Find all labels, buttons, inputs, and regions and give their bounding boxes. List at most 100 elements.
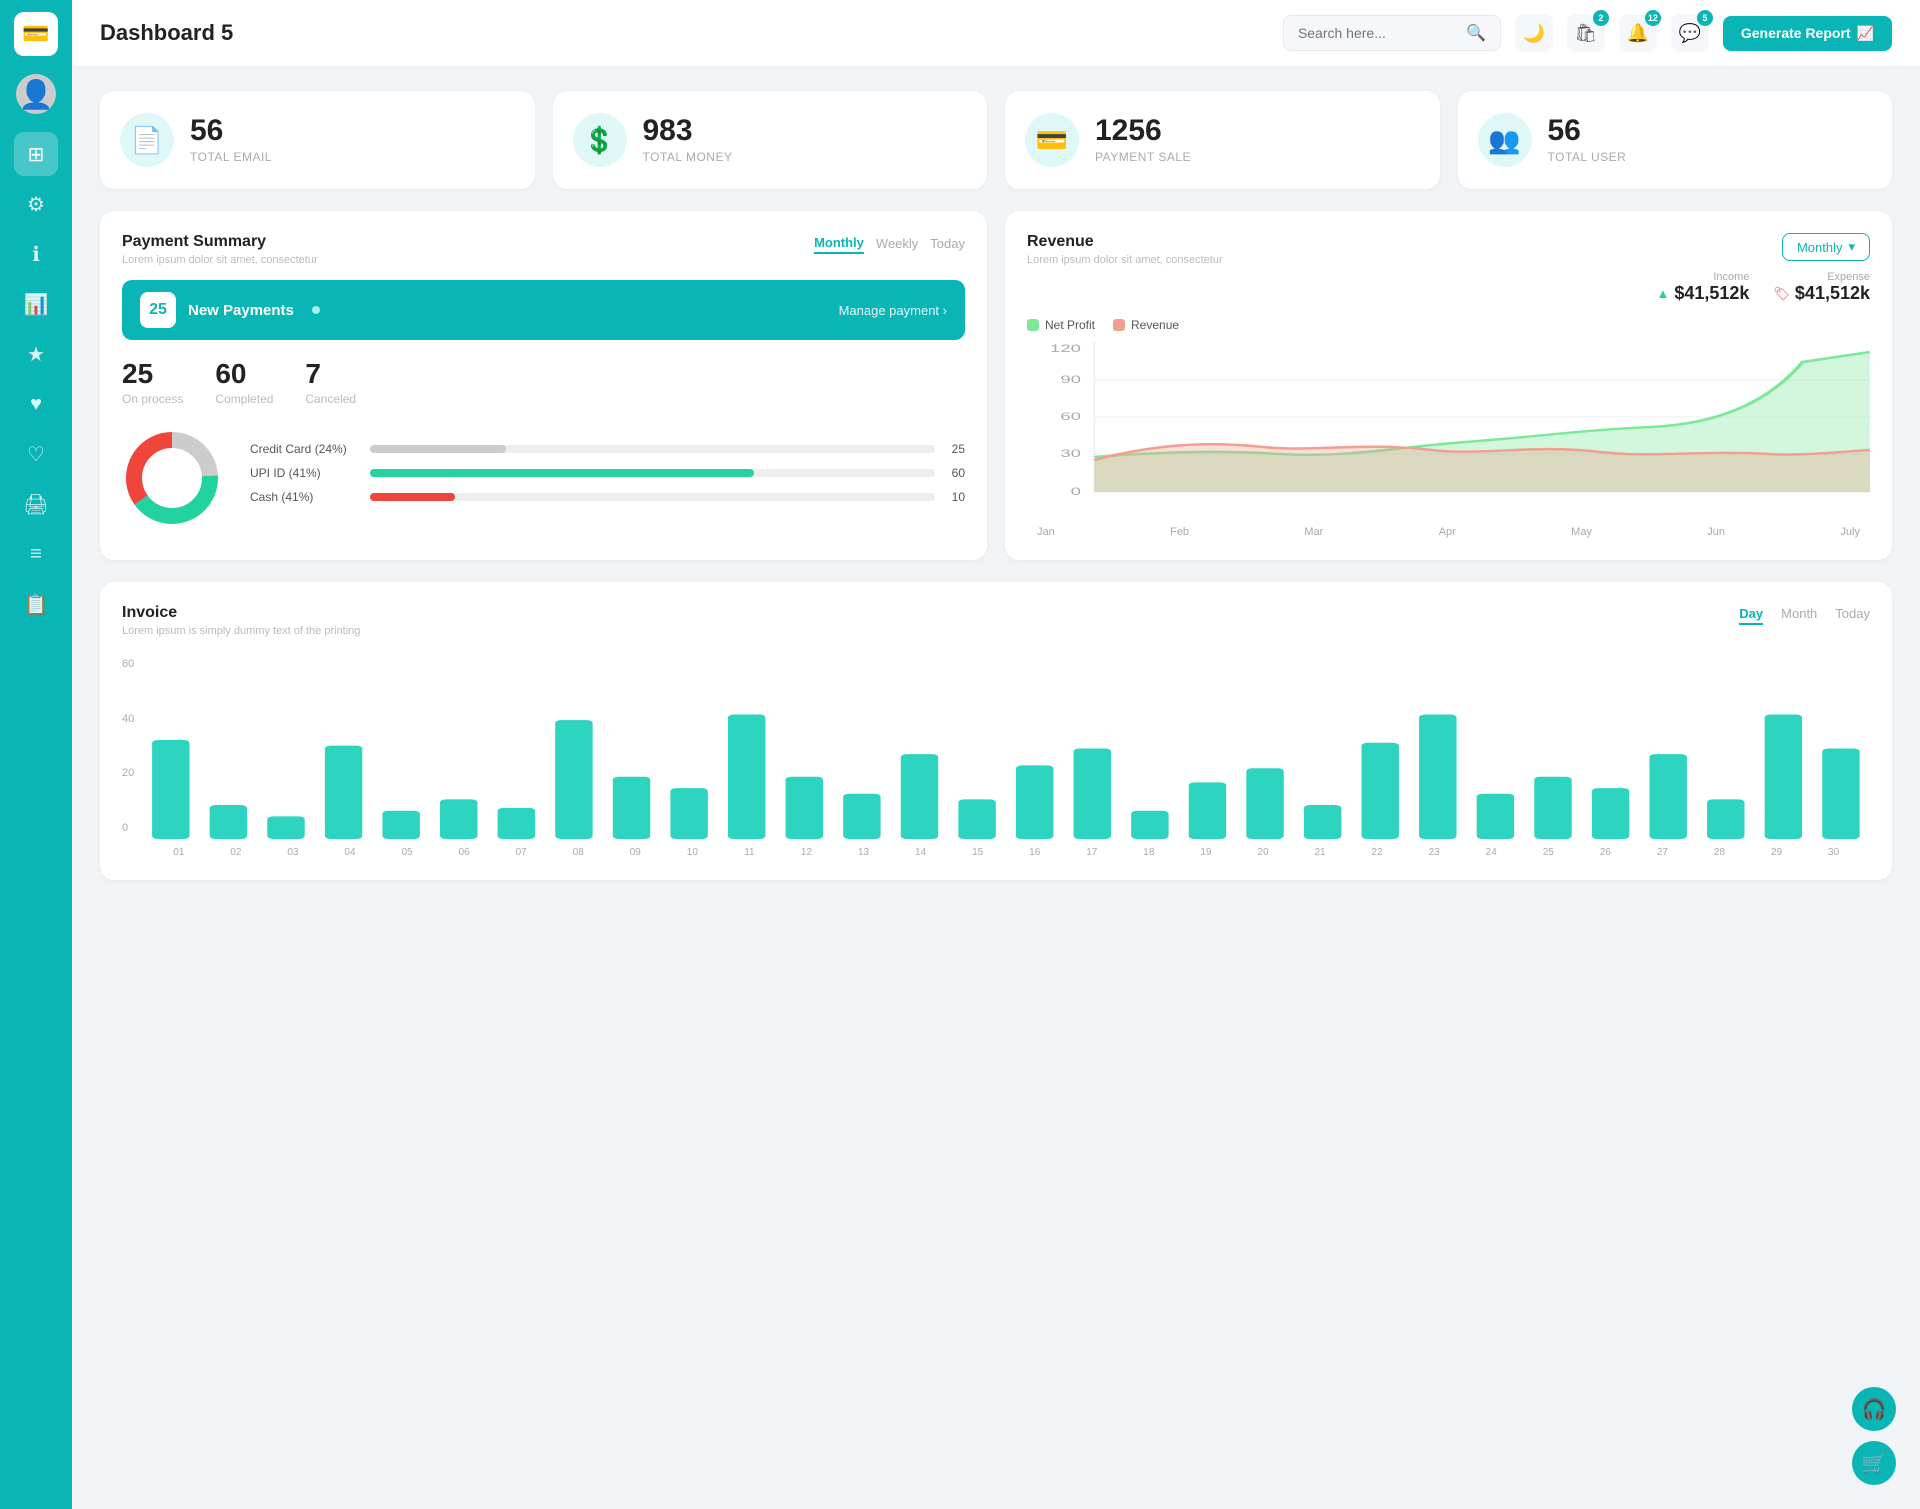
payment-label: PAYMENT SALE [1095,150,1191,164]
tab-monthly[interactable]: Monthly [814,233,864,254]
bar-22[interactable] [1362,743,1399,839]
bell-badge: 12 [1645,10,1661,26]
bar-25[interactable] [1535,777,1572,839]
tab-today[interactable]: Today [930,234,965,253]
bar-30[interactable] [1822,748,1859,839]
donut-chart [122,428,222,528]
sidebar: 💳 👤 ⊞ ⚙ ℹ 📊 ★ ♥ ♡ 🖨 ≡ 📋 [0,0,72,1509]
x-label-25: 25 [1520,847,1577,858]
support-fab[interactable]: 🎧 [1852,1387,1896,1431]
bag-button[interactable]: 🛍 2 [1567,14,1605,52]
invoice-tab-day[interactable]: Day [1739,604,1763,625]
sidebar-item-list[interactable]: ≡ [14,532,58,576]
sidebar-avatar[interactable]: 👤 [16,74,56,114]
x-label-01: 01 [150,847,207,858]
search-input[interactable] [1298,25,1458,41]
x-july: July [1840,526,1860,538]
x-label-28: 28 [1691,847,1748,858]
bar-29[interactable] [1765,715,1802,840]
header-right: 🔍 🌙 🛍 2 🔔 12 💬 5 Generate Report 📈 [1283,14,1892,52]
invoice-tab-month[interactable]: Month [1781,604,1817,625]
bar-11[interactable] [728,715,765,840]
stat-card-payment: 💳 1256 PAYMENT SALE [1005,91,1440,189]
user-icon: 👥 [1478,113,1532,167]
x-label-27: 27 [1634,847,1691,858]
bar-8[interactable] [555,720,592,839]
sidebar-item-report[interactable]: 📋 [14,582,58,626]
bar-12[interactable] [786,777,823,839]
bar-10[interactable] [671,788,708,839]
cart-fab[interactable]: 🛒 [1852,1441,1896,1485]
expense-icon: 🏷 [1773,286,1790,302]
bar-20[interactable] [1247,768,1284,839]
list-icon: ≡ [30,543,42,566]
progress-list: Credit Card (24%) 25 UPI ID (41%) 60 [250,442,965,514]
stat-card-user: 👥 56 TOTAL USER [1458,91,1893,189]
revenue-tab-label: Monthly [1797,240,1843,255]
revenue-tab-dropdown[interactable]: Monthly ▾ [1782,233,1870,261]
theme-toggle-button[interactable]: 🌙 [1515,14,1553,52]
bar-6[interactable] [440,799,477,839]
sidebar-item-star[interactable]: ★ [14,332,58,376]
bar-16[interactable] [1016,765,1053,839]
bar-3[interactable] [268,816,305,839]
sidebar-item-heart2[interactable]: ♡ [14,432,58,476]
sidebar-item-dashboard[interactable]: ⊞ [14,132,58,176]
bar-14[interactable] [901,754,938,839]
bell-button[interactable]: 🔔 12 [1619,14,1657,52]
x-label-20: 20 [1234,847,1291,858]
bar-7[interactable] [498,808,535,839]
income-arrow-icon: ▲ [1656,286,1669,301]
bar-4[interactable] [325,746,362,839]
bar-23[interactable] [1419,715,1456,840]
bar-2[interactable] [210,805,247,839]
revenue-subtitle: Lorem ipsum dolor sit amet, consectetur [1027,254,1223,266]
bar-13[interactable] [843,794,880,839]
payment-summary-title: Payment Summary [122,233,318,251]
bar-19[interactable] [1189,782,1226,839]
sidebar-item-settings[interactable]: ⚙ [14,182,58,226]
stat-payment-info: 1256 PAYMENT SALE [1095,116,1191,164]
x-label-15: 15 [949,847,1006,858]
sidebar-item-analytics[interactable]: 📊 [14,282,58,326]
x-label-30: 30 [1805,847,1862,858]
payment-summary-subtitle: Lorem ipsum dolor sit amet, consectetur [122,254,318,266]
manage-payment-link[interactable]: Manage payment › [839,303,947,318]
search-bar[interactable]: 🔍 [1283,15,1501,51]
net-profit-label: Net Profit [1045,318,1095,332]
payment-summary-header: Payment Summary Lorem ipsum dolor sit am… [122,233,965,266]
generate-report-button[interactable]: Generate Report 📈 [1723,16,1892,51]
sidebar-logo[interactable]: 💳 [14,12,58,56]
payment-summary-panel: Payment Summary Lorem ipsum dolor sit am… [100,211,987,560]
bar-18[interactable] [1131,811,1168,839]
bar-28[interactable] [1707,799,1744,839]
invoice-panel: Invoice Lorem ipsum is simply dummy text… [100,582,1892,880]
bar-5[interactable] [383,811,420,839]
svg-text:60: 60 [1060,411,1081,423]
invoice-tab-today[interactable]: Today [1835,604,1870,625]
bar-1[interactable] [152,740,189,839]
sidebar-item-heart1[interactable]: ♥ [14,382,58,426]
tab-weekly[interactable]: Weekly [876,234,918,253]
revenue-chart: 0 30 60 90 120 [1027,342,1870,522]
credit-card-label: Credit Card (24%) [250,442,360,456]
y-40: 40 [122,713,134,725]
bar-24[interactable] [1477,794,1514,839]
bar-9[interactable] [613,777,650,839]
sidebar-item-print[interactable]: 🖨 [14,482,58,526]
chat-button[interactable]: 💬 5 [1671,14,1709,52]
bar-21[interactable] [1304,805,1341,839]
bar-17[interactable] [1074,748,1111,839]
progress-credit-card: Credit Card (24%) 25 [250,442,965,456]
stat-card-email: 📄 56 TOTAL EMAIL [100,91,535,189]
cash-bar [370,493,935,501]
stat-card-money: 💲 983 TOTAL MONEY [553,91,988,189]
expense-label: Expense [1773,271,1870,283]
bar-26[interactable] [1592,788,1629,839]
x-label-22: 22 [1349,847,1406,858]
invoice-chart-container: 60 40 20 0 01020304050607080910111213141… [122,651,1870,858]
bar-27[interactable] [1650,754,1687,839]
bar-15[interactable] [959,799,996,839]
sidebar-item-info[interactable]: ℹ [14,232,58,276]
x-label-13: 13 [835,847,892,858]
